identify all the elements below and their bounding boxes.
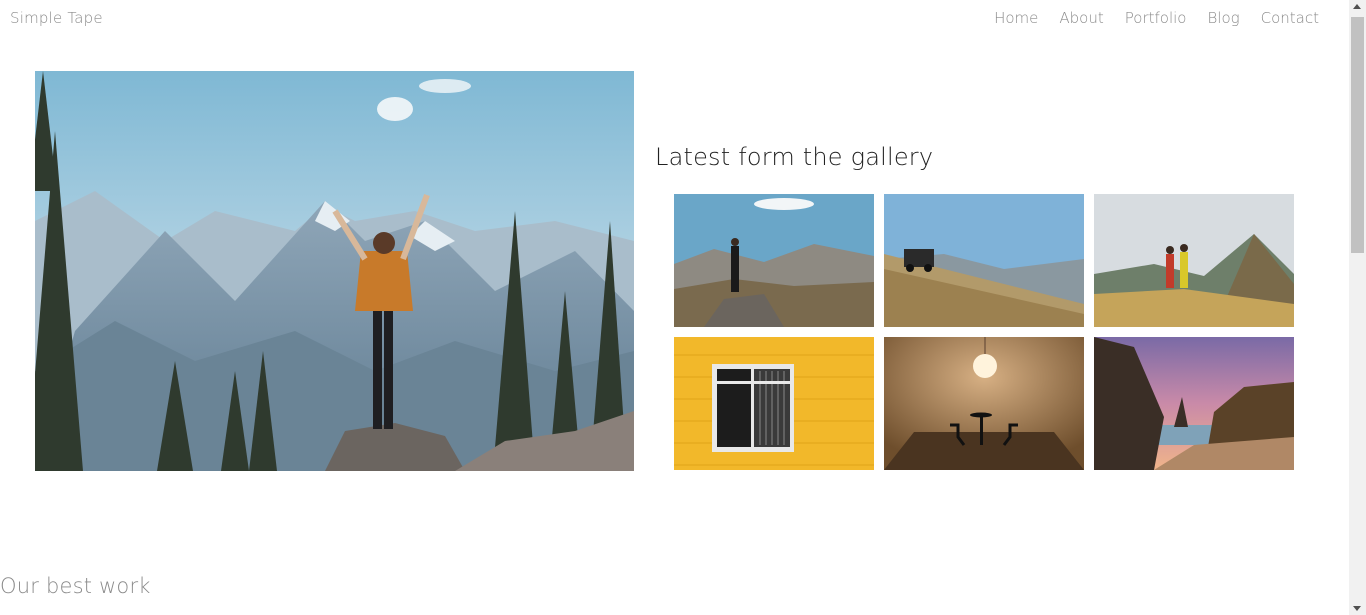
best-work-title: Our best work bbox=[0, 574, 151, 598]
gallery-thumb-coastal-cliffs[interactable] bbox=[1094, 337, 1294, 470]
gallery-thumb-yellow-wall-window[interactable] bbox=[674, 337, 874, 470]
vertical-scrollbar[interactable] bbox=[1349, 0, 1366, 615]
scroll-up-arrow-icon[interactable] bbox=[1353, 4, 1361, 9]
top-navigation-bar: Simple Tape Home About Portfolio Blog Co… bbox=[0, 0, 1349, 40]
site-brand[interactable]: Simple Tape bbox=[10, 9, 103, 27]
main-nav: Home About Portfolio Blog Contact bbox=[994, 9, 1319, 27]
hero-image bbox=[35, 71, 634, 471]
gallery-title: Latest form the gallery bbox=[655, 143, 934, 171]
gallery-thumb-couple-hiking[interactable] bbox=[1094, 194, 1294, 327]
nav-blog-link[interactable]: Blog bbox=[1207, 9, 1239, 27]
nav-contact-link[interactable]: Contact bbox=[1261, 9, 1319, 27]
nav-about-link[interactable]: About bbox=[1059, 9, 1103, 27]
scrollbar-thumb[interactable] bbox=[1351, 17, 1364, 253]
gallery-thumb-offroad-car[interactable] bbox=[884, 194, 1084, 327]
nav-home-link[interactable]: Home bbox=[994, 9, 1038, 27]
nav-portfolio-link[interactable]: Portfolio bbox=[1125, 9, 1187, 27]
scroll-down-arrow-icon[interactable] bbox=[1353, 606, 1361, 611]
gallery-thumb-pendant-lamp-room[interactable] bbox=[884, 337, 1084, 470]
gallery-grid bbox=[674, 194, 1294, 470]
gallery-thumb-hiker-on-rock[interactable] bbox=[674, 194, 874, 327]
